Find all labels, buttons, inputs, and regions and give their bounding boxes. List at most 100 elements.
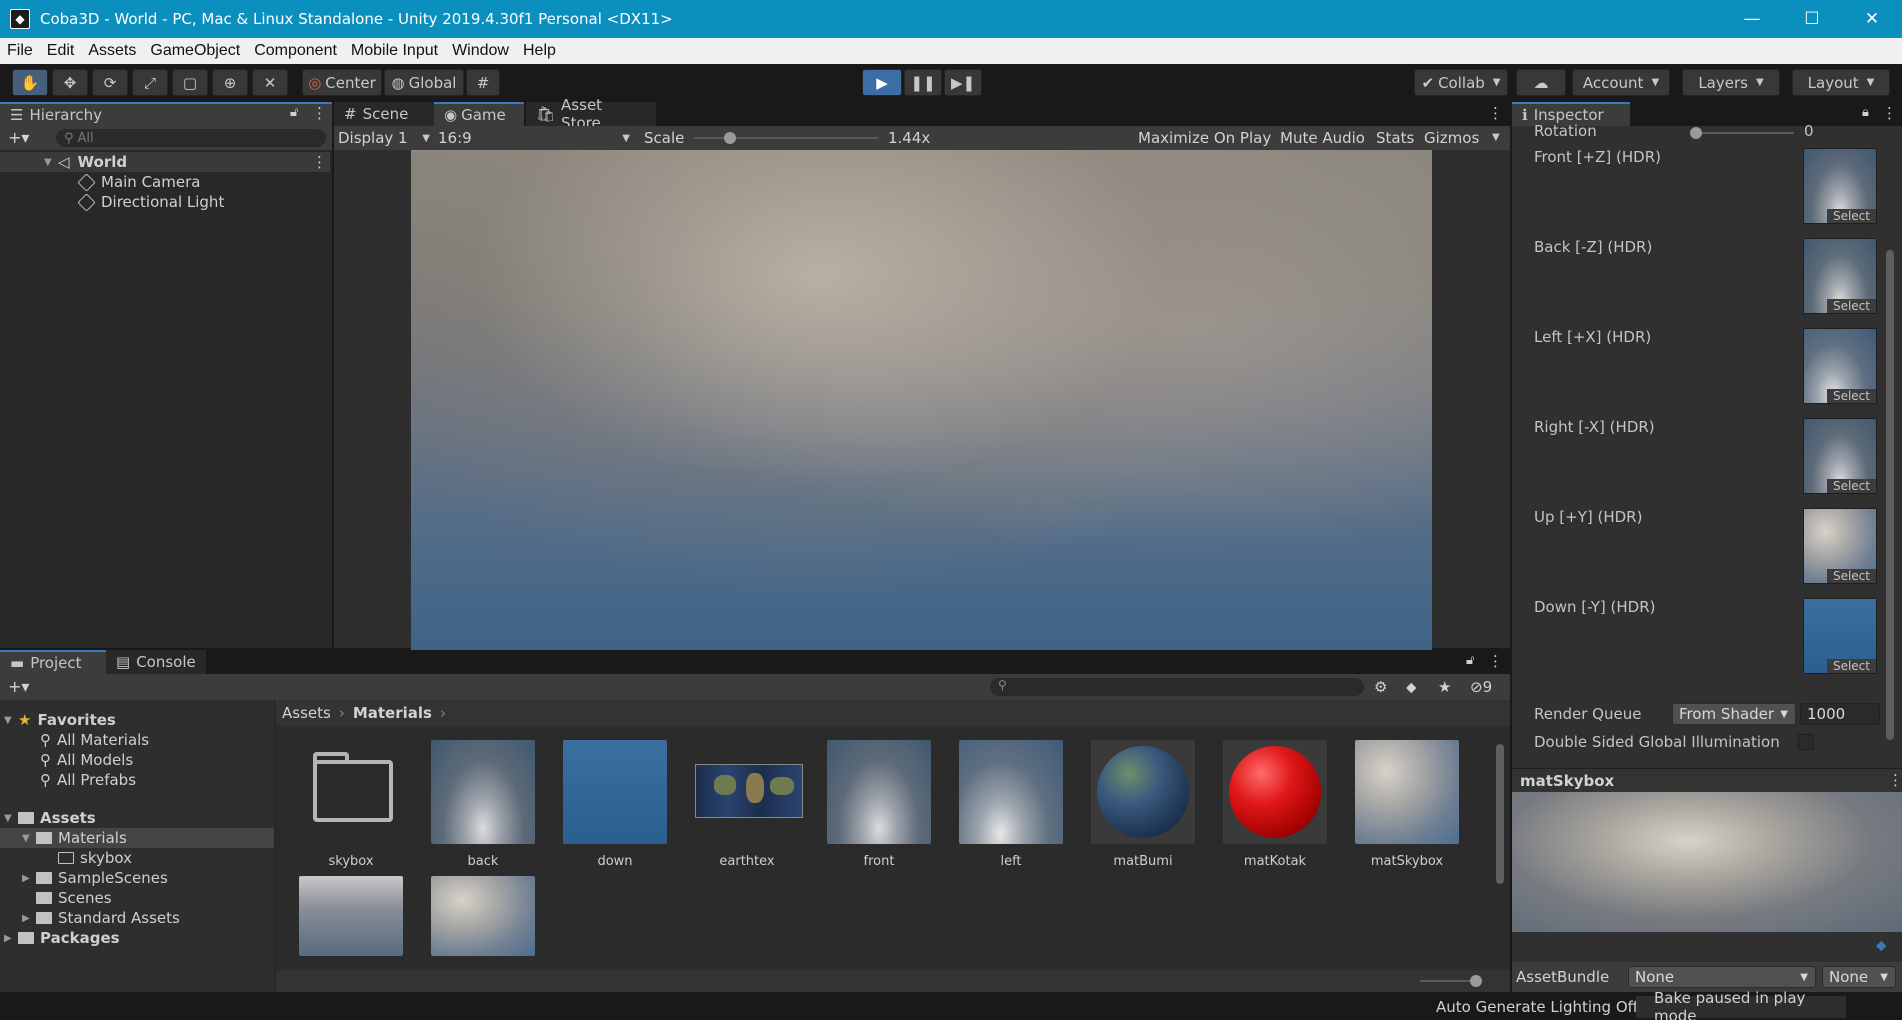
asset-skybox-folder[interactable]: skybox <box>296 740 406 869</box>
folder-materials-row[interactable]: ▼ Materials <box>0 828 274 848</box>
display-dropdown[interactable]: Display 1 ▼ <box>338 128 434 148</box>
asset-matkotak[interactable]: matKotak <box>1220 740 1330 869</box>
render-queue-field[interactable]: 1000 <box>1800 703 1880 725</box>
select-button[interactable]: Select <box>1826 299 1876 313</box>
menu-assets[interactable]: Assets <box>81 42 143 60</box>
custom-tool-icon[interactable]: ✕ <box>252 69 288 96</box>
rotation-slider-thumb[interactable] <box>1690 127 1702 139</box>
center-menu-icon[interactable]: ⋮ <box>1488 104 1503 122</box>
gizmos-dropdown-arrow[interactable]: ▼ <box>1492 132 1500 143</box>
select-button[interactable]: Select <box>1826 209 1876 223</box>
select-button[interactable]: Select <box>1826 659 1876 673</box>
collapse-arrow-icon[interactable]: ▶ <box>22 873 36 884</box>
inspector-scrollbar[interactable] <box>1886 250 1894 750</box>
asset-back[interactable]: back <box>428 740 538 869</box>
hierarchy-search-input[interactable]: ⚲ All <box>56 129 326 147</box>
project-menu-icon[interactable]: ⋮ <box>1488 652 1503 670</box>
mute-audio-toggle[interactable]: Mute Audio <box>1280 129 1365 147</box>
create-dropdown-icon[interactable]: +▾ <box>8 677 29 696</box>
texture-slot-right[interactable]: Select <box>1803 418 1877 494</box>
account-dropdown[interactable]: Account ▼ <box>1572 69 1670 96</box>
lock-icon[interactable]: 🔓︎ <box>290 105 298 120</box>
scene-row-world[interactable]: ▼ ◁ World ⋮ <box>0 152 330 172</box>
rotation-slider[interactable] <box>1690 127 1794 139</box>
asset-left[interactable]: left <box>956 740 1066 869</box>
grid-snap-icon[interactable]: # <box>466 69 500 96</box>
favorite-all-models[interactable]: ⚲ All Models <box>40 750 133 770</box>
texture-slot-left[interactable]: Select <box>1803 328 1877 404</box>
transform-tool-icon[interactable]: ⊕ <box>212 69 248 96</box>
expand-arrow-icon[interactable]: ▼ <box>22 833 36 844</box>
asset-matskybox[interactable]: matSkybox <box>1352 740 1462 869</box>
thumbnail-size-thumb[interactable] <box>1470 975 1482 987</box>
maximize-button[interactable]: ☐ <box>1782 0 1842 38</box>
kebab-menu-icon[interactable]: ⋮ <box>312 104 327 122</box>
favorite-all-materials[interactable]: ⚲ All Materials <box>40 730 149 750</box>
filter-type-icon[interactable]: ⚙ <box>1374 678 1387 696</box>
stats-toggle[interactable]: Stats <box>1376 129 1414 147</box>
menu-window[interactable]: Window <box>445 42 516 60</box>
menu-gameobject[interactable]: GameObject <box>143 42 247 60</box>
inspector-menu-icon[interactable]: ⋮ <box>1882 104 1897 122</box>
asset-row2-2[interactable] <box>428 876 538 966</box>
texture-slot-up[interactable]: Select <box>1803 508 1877 584</box>
hidden-packages-toggle[interactable]: ⊘9 <box>1470 678 1492 696</box>
step-button[interactable]: ▶❚ <box>944 69 982 96</box>
render-queue-dropdown[interactable]: From Shader ▼ <box>1672 703 1796 725</box>
layout-dropdown[interactable]: Layout ▼ <box>1792 69 1890 96</box>
scale-slider-thumb[interactable] <box>724 132 736 144</box>
menu-component[interactable]: Component <box>247 42 344 60</box>
folder-scenes-row[interactable]: Scenes <box>36 888 112 908</box>
packages-row[interactable]: ▶ Packages <box>4 928 120 948</box>
play-button[interactable]: ▶ <box>862 69 902 96</box>
collapse-arrow-icon[interactable]: ▶ <box>4 933 18 944</box>
breadcrumb-materials[interactable]: Materials <box>353 704 432 722</box>
tab-console[interactable]: ▤ Console <box>106 650 206 674</box>
pause-button[interactable]: ❚❚ <box>904 69 942 96</box>
tag-label-icon[interactable]: ⬥ <box>1876 936 1887 954</box>
maximize-on-play-toggle[interactable]: Maximize On Play <box>1138 129 1271 147</box>
assets-root-row[interactable]: ▼ Assets <box>4 808 96 828</box>
pivot-global-button[interactable]: ◍ Global <box>384 69 464 96</box>
folder-skybox-row[interactable]: skybox <box>58 848 132 868</box>
minimize-button[interactable]: — <box>1722 0 1782 38</box>
hand-tool-icon[interactable]: ✋ <box>12 69 48 96</box>
scrollbar-thumb[interactable] <box>1886 250 1894 740</box>
asset-down[interactable]: down <box>560 740 670 869</box>
material-preview[interactable] <box>1512 792 1902 932</box>
assetbundle-dropdown[interactable]: None ▼ <box>1628 966 1816 988</box>
select-button[interactable]: Select <box>1826 569 1876 583</box>
cloud-icon[interactable]: ☁ <box>1516 69 1566 96</box>
menu-edit[interactable]: Edit <box>40 42 82 60</box>
close-button[interactable]: ✕ <box>1842 0 1902 38</box>
expand-arrow-icon[interactable]: ▼ <box>4 715 18 726</box>
scale-slider[interactable] <box>694 132 878 144</box>
thumbnail-size-slider[interactable] <box>1420 975 1482 987</box>
folder-standard-assets-row[interactable]: ▶ Standard Assets <box>22 908 180 928</box>
layers-dropdown[interactable]: Layers ▼ <box>1682 69 1780 96</box>
tab-project[interactable]: ▬ Project <box>0 650 106 674</box>
asset-front[interactable]: front <box>824 740 934 869</box>
asset-earthtex[interactable]: earthtex <box>692 740 803 869</box>
texture-slot-down[interactable]: Select <box>1803 598 1877 674</box>
breadcrumb-assets[interactable]: Assets <box>282 704 331 722</box>
expand-arrow-icon[interactable]: ▼ <box>4 813 18 824</box>
asset-row2-1[interactable] <box>296 876 406 966</box>
asset-matbumi[interactable]: matBumi <box>1088 740 1198 869</box>
collapse-arrow-icon[interactable]: ▶ <box>22 913 36 924</box>
menu-mobile-input[interactable]: Mobile Input <box>344 42 445 60</box>
texture-slot-front[interactable]: Select <box>1803 148 1877 224</box>
tab-asset-store[interactable]: 🛍︎ Asset Store <box>526 96 656 132</box>
move-tool-icon[interactable]: ✥ <box>52 69 88 96</box>
scrollbar-thumb[interactable] <box>1496 744 1504 884</box>
hierarchy-item-main-camera[interactable]: Main Camera <box>0 172 330 192</box>
pivot-center-button[interactable]: ◎ Center <box>302 69 382 96</box>
gizmos-toggle[interactable]: Gizmos <box>1424 129 1479 147</box>
project-search-input[interactable]: ⚲ <box>990 678 1364 696</box>
rect-tool-icon[interactable]: ▢ <box>172 69 208 96</box>
menu-file[interactable]: File <box>0 42 40 60</box>
tab-hierarchy[interactable]: ☰ Hierarchy <box>0 102 332 126</box>
folder-samplescenes-row[interactable]: ▶ SampleScenes <box>22 868 168 888</box>
hierarchy-item-directional-light[interactable]: Directional Light <box>0 192 330 212</box>
select-button[interactable]: Select <box>1826 389 1876 403</box>
